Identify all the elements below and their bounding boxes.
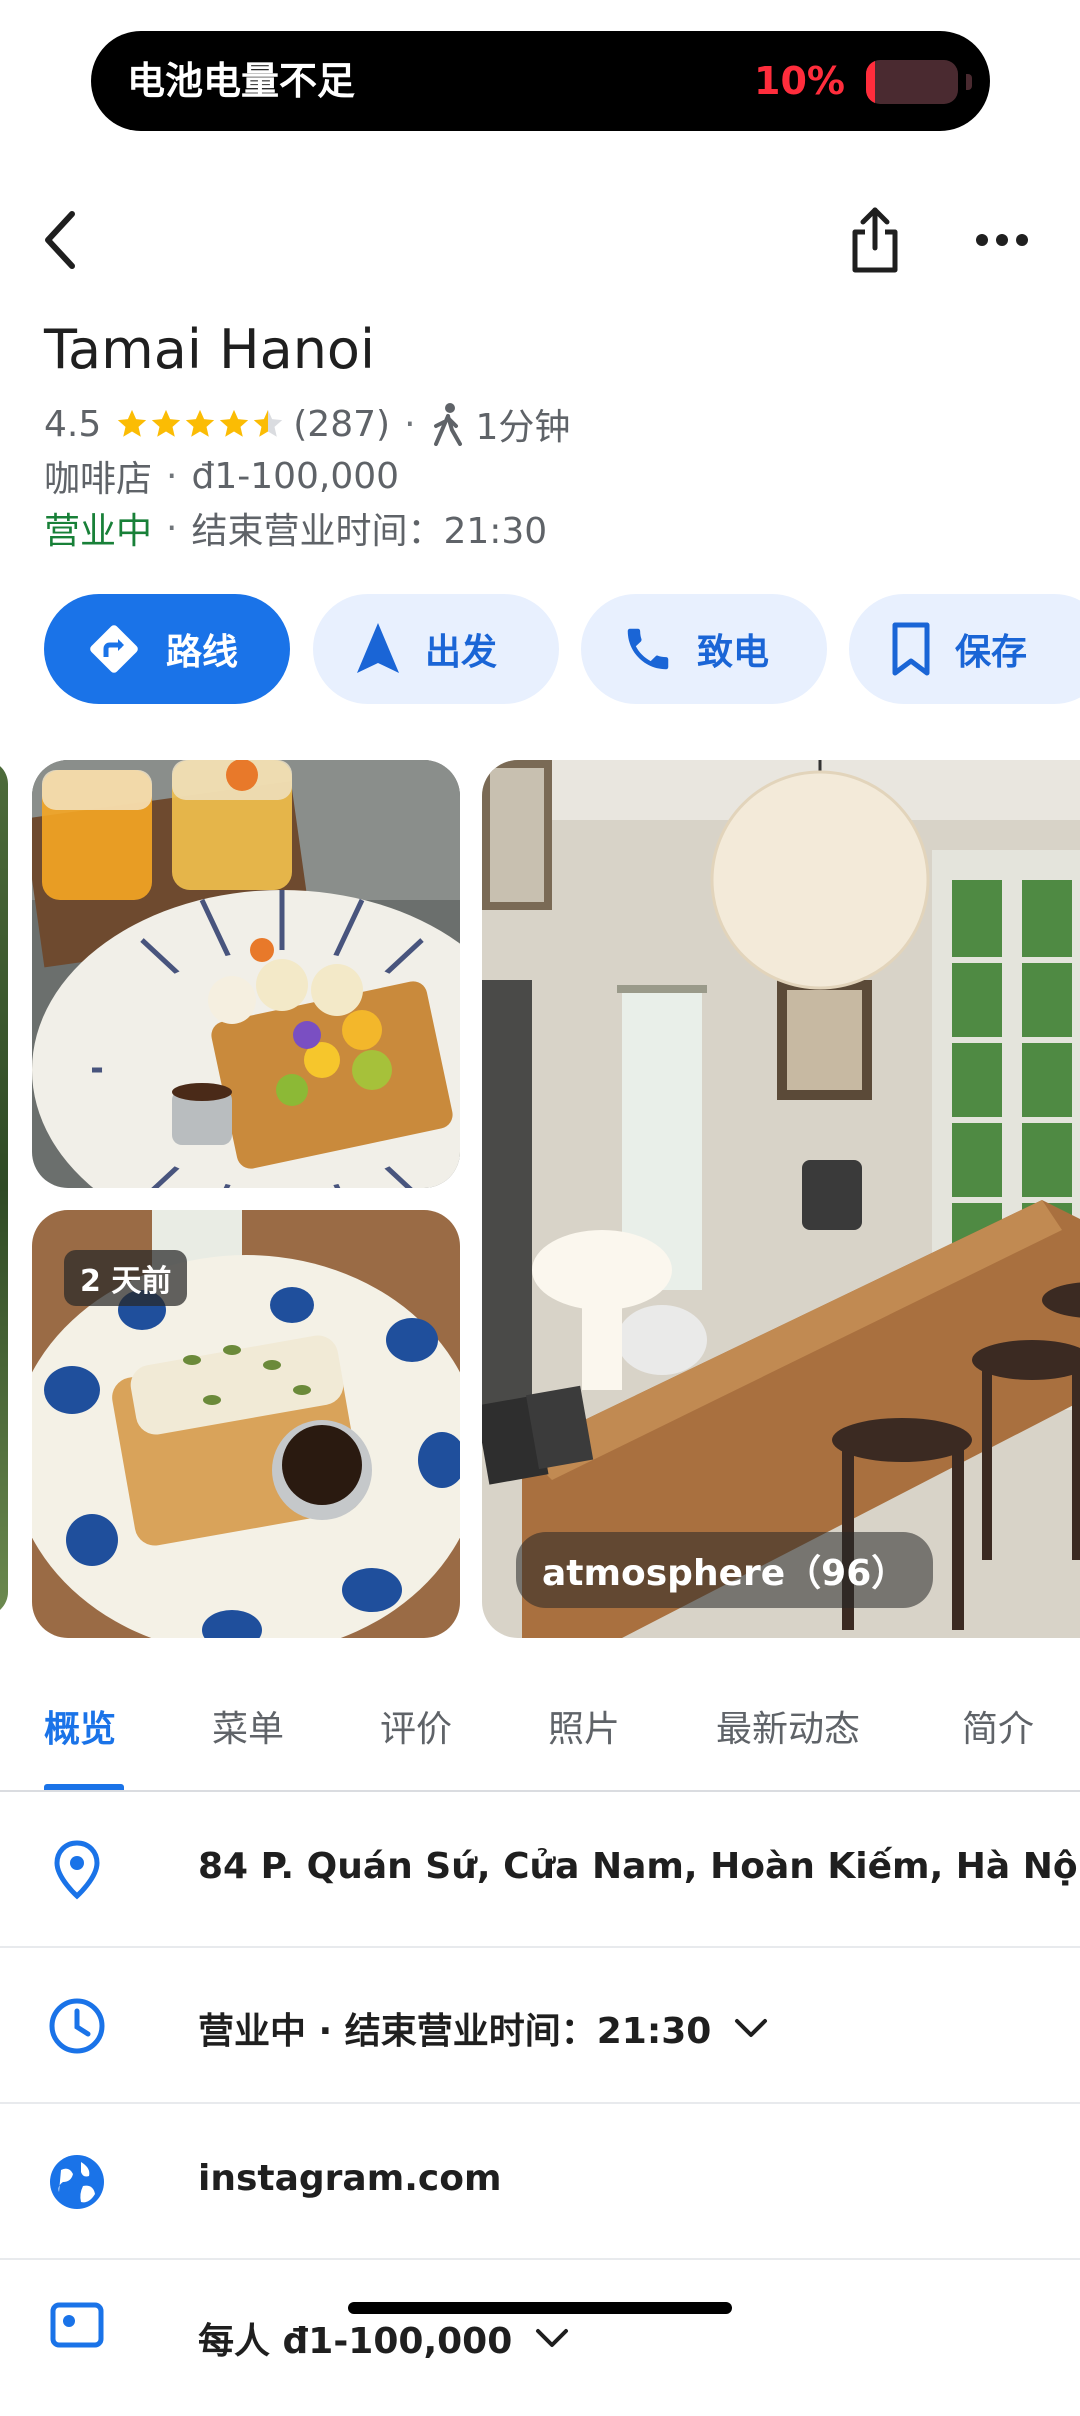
price-tag-icon	[42, 2290, 112, 2360]
website-text: instagram.com	[198, 2158, 502, 2199]
atmosphere-photo-label: atmosphere（96）	[516, 1532, 934, 1608]
chevron-left-icon	[45, 211, 75, 269]
tab-photos[interactable]: 照片	[548, 1700, 620, 1752]
previous-photo-edge[interactable]	[0, 760, 8, 1616]
directions-icon	[90, 625, 138, 673]
battery-alert-text: 电池电量不足	[127, 59, 356, 103]
navigation-arrow-icon	[357, 623, 399, 673]
directions-button[interactable]: 路线	[44, 594, 290, 704]
star-icon	[118, 409, 147, 437]
location-pin-icon	[42, 1835, 112, 1905]
tab-updates[interactable]: 最新动态	[716, 1700, 860, 1752]
rating-line[interactable]: 4.5 (287) · 1分钟	[44, 398, 570, 450]
call-button[interactable]: 致电	[581, 594, 827, 704]
tab-menu[interactable]: 菜单	[212, 1700, 284, 1752]
star-icon	[220, 409, 249, 437]
battery-level-fill	[866, 60, 875, 104]
category-line: 咖啡店 · đ1-100,000	[44, 450, 399, 502]
separator: ·	[166, 455, 178, 497]
globe-icon	[42, 2147, 112, 2217]
tab-about[interactable]: 简介	[962, 1700, 1034, 1752]
start-label: 出发	[425, 632, 498, 673]
closing-info: 结束营业时间：21:30	[191, 511, 548, 552]
directions-label: 路线	[166, 632, 239, 673]
battery-percent: 10%	[754, 59, 845, 103]
star-icon	[254, 409, 283, 437]
food-photo-drinks[interactable]	[32, 760, 460, 1188]
separator: ·	[404, 403, 416, 445]
save-button[interactable]: 保存	[849, 594, 1080, 704]
price-range: đ1-100,000	[191, 455, 400, 497]
clock-icon	[42, 1991, 112, 2061]
start-button[interactable]: 出发	[313, 594, 559, 704]
hours-line[interactable]: 营业中 · 结束营业时间：21:30	[44, 502, 547, 554]
address-text: 84 P. Quán Sứ, Cửa Nam, Hoàn Kiếm, Hà Nộ…	[198, 1846, 1080, 1887]
battery-tip	[966, 74, 972, 90]
review-count: (287)	[293, 403, 391, 445]
price-row[interactable]: 每人 đ1-100,000	[0, 2260, 1080, 2416]
rating-value: 4.5	[44, 403, 102, 445]
tab-reviews[interactable]: 评价	[380, 1700, 452, 1752]
chevron-down-icon[interactable]	[733, 2017, 769, 2039]
star-rating	[115, 407, 285, 441]
tab-overview[interactable]: 概览	[44, 1700, 116, 1752]
back-button[interactable]	[30, 205, 90, 275]
separator: ·	[166, 507, 178, 549]
walk-time: 1分钟	[475, 407, 571, 448]
price-per-person-text: 每人 đ1-100,000	[198, 2321, 513, 2362]
battery-icon	[866, 60, 958, 104]
star-icon	[186, 409, 215, 437]
chevron-down-icon[interactable]	[534, 2327, 570, 2349]
save-label: 保存	[955, 632, 1028, 673]
share-button[interactable]	[840, 200, 910, 280]
more-horizontal-icon	[976, 234, 1028, 246]
place-title: Tamai Hanoi	[44, 318, 375, 381]
walking-icon	[433, 403, 462, 446]
hours-text: 营业中 · 结束营业时间：21:30	[198, 2011, 712, 2052]
star-icon	[152, 409, 181, 437]
website-row[interactable]: instagram.com	[0, 2104, 1080, 2260]
food-photo-image	[32, 760, 460, 1188]
address-row[interactable]: 84 P. Quán Sứ, Cửa Nam, Hoàn Kiếm, Hà Nộ…	[0, 1792, 1080, 1948]
open-status: 营业中	[44, 511, 153, 552]
category: 咖啡店	[44, 459, 153, 500]
share-icon	[852, 207, 898, 273]
atmosphere-photo-image	[482, 760, 1080, 1638]
bookmark-icon	[892, 622, 930, 676]
recent-photo-badge: 2 天前	[64, 1250, 188, 1306]
call-label: 致电	[697, 632, 770, 673]
home-indicator[interactable]	[348, 2302, 732, 2314]
hours-row[interactable]: 营业中 · 结束营业时间：21:30	[0, 1948, 1080, 2104]
low-battery-banner: 电池电量不足 10%	[91, 31, 990, 131]
atmosphere-photo[interactable]: atmosphere（96）	[482, 760, 1080, 1638]
food-photo-toast[interactable]: 2 天前	[32, 1210, 460, 1638]
phone-icon	[627, 628, 669, 670]
more-button[interactable]	[970, 210, 1034, 270]
